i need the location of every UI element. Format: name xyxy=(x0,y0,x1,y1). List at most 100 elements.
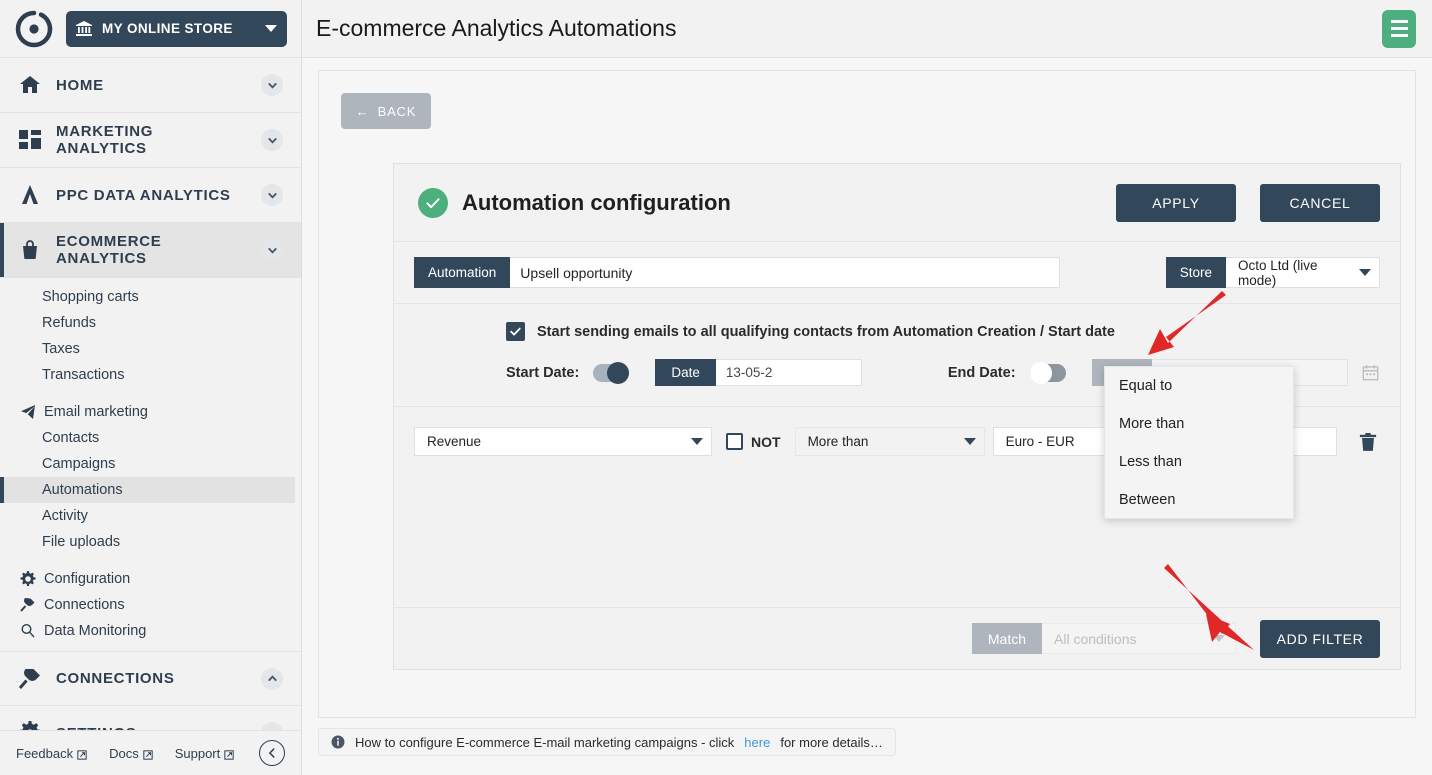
chevron-down-icon[interactable] xyxy=(261,74,283,96)
sidebar-item-label: Email marketing xyxy=(44,404,148,420)
sidebar-item-transactions[interactable]: Transactions xyxy=(0,362,301,388)
filter-condition-select[interactable]: More than xyxy=(794,427,985,456)
external-link-icon xyxy=(143,748,153,760)
automation-panel: ← BACK Automation configuration APPLY CA… xyxy=(318,70,1416,718)
sidebar-subnav-ecommerce: Shopping carts Refunds Taxes Transaction… xyxy=(0,278,301,644)
info-bar: How to configure E-commerce E-mail marke… xyxy=(318,728,1416,756)
end-date-toggle[interactable] xyxy=(1029,361,1066,384)
app-root: MY ONLINE STORE HOME MARKETING ANALYTICS xyxy=(0,0,1432,775)
sidebar-group-label: HOME xyxy=(56,76,104,94)
info-text-before: How to configure E-commerce E-mail marke… xyxy=(355,734,735,750)
start-sending-checkbox[interactable] xyxy=(506,322,525,341)
collapse-sidebar-button[interactable] xyxy=(259,740,285,766)
store-tag-label: Store xyxy=(1165,257,1226,288)
chevron-up-icon[interactable] xyxy=(261,667,283,690)
footer-link-support[interactable]: Support xyxy=(175,746,235,761)
send-icon xyxy=(20,404,36,420)
topbar: E-commerce Analytics Automations xyxy=(302,0,1432,58)
plug-icon xyxy=(20,597,36,613)
filter-field-value: Revenue xyxy=(427,434,482,449)
info-text-after: for more details… xyxy=(780,734,883,750)
start-date-toggle[interactable] xyxy=(593,361,630,384)
calendar-icon[interactable] xyxy=(1362,364,1379,381)
chevron-down-icon[interactable] xyxy=(261,184,283,206)
sidebar-item-data-monitoring[interactable]: Data Monitoring xyxy=(0,618,301,644)
info-link-here[interactable]: here xyxy=(744,735,770,750)
condition-dropdown-menu[interactable]: Equal to More than Less than Between xyxy=(1104,366,1294,519)
sidebar-group-marketing-analytics[interactable]: MARKETING ANALYTICS xyxy=(0,113,301,168)
sidebar-item-label: Automations xyxy=(42,482,123,498)
store-select[interactable]: Octo Ltd (live mode) xyxy=(1226,257,1380,288)
hamburger-icon-bar xyxy=(1390,34,1408,37)
sidebar-item-activity[interactable]: Activity xyxy=(0,503,301,529)
sidebar-item-configuration[interactable]: Configuration xyxy=(0,566,301,592)
home-icon xyxy=(18,73,42,97)
sidebar-footer: Feedback Docs Support xyxy=(0,730,301,775)
sidebar-item-shopping-carts[interactable]: Shopping carts xyxy=(0,284,301,310)
config-title: Automation configuration xyxy=(462,189,731,215)
start-date-tag: Date xyxy=(655,359,716,386)
external-link-icon xyxy=(224,748,234,760)
chevron-down-icon xyxy=(1359,269,1371,276)
dropdown-option-less-than[interactable]: Less than xyxy=(1105,443,1293,481)
back-arrow-icon: ← xyxy=(355,103,370,119)
sidebar-item-campaigns[interactable]: Campaigns xyxy=(0,451,301,477)
sidebar-item-taxes[interactable]: Taxes xyxy=(0,336,301,362)
shopping-bag-icon xyxy=(18,238,42,262)
chevron-down-icon xyxy=(265,25,277,32)
start-date-input[interactable]: 13-05-2 xyxy=(715,359,862,386)
filters-footer: Match All conditions ADD FILTER xyxy=(394,607,1400,669)
filter-field-select[interactable]: Revenue xyxy=(414,427,712,456)
sidebar: MY ONLINE STORE HOME MARKETING ANALYTICS xyxy=(0,0,302,775)
bank-icon xyxy=(76,20,92,37)
sidebar-item-file-uploads[interactable]: File uploads xyxy=(0,529,301,555)
app-logo-icon xyxy=(14,9,54,49)
sidebar-item-refunds[interactable]: Refunds xyxy=(0,310,301,336)
store-switcher-button[interactable]: MY ONLINE STORE xyxy=(66,10,287,47)
sidebar-group-label: ECOMMERCE ANALYTICS xyxy=(56,233,162,267)
sidebar-item-email-marketing[interactable]: Email marketing xyxy=(0,399,301,425)
sidebar-item-connections[interactable]: Connections xyxy=(0,592,301,618)
automation-name-input[interactable] xyxy=(510,257,1061,288)
hamburger-icon-bar xyxy=(1390,20,1408,23)
footer-link-feedback[interactable]: Feedback xyxy=(16,746,87,761)
store-select-group: Store Octo Ltd (live mode) xyxy=(1165,257,1380,288)
sidebar-item-label: Data Monitoring xyxy=(44,623,147,639)
match-conditions-select[interactable]: All conditions xyxy=(1042,623,1236,654)
hamburger-menu-button[interactable] xyxy=(1382,9,1416,48)
trash-icon[interactable] xyxy=(1359,432,1377,452)
footer-link-docs[interactable]: Docs xyxy=(109,746,153,761)
dropdown-option-between[interactable]: Between xyxy=(1105,481,1293,519)
add-filter-button[interactable]: ADD FILTER xyxy=(1260,619,1380,658)
hamburger-icon-bar xyxy=(1390,27,1408,30)
config-name-row: Automation Store Octo Ltd (live mode) xyxy=(394,242,1400,304)
start-date-label: Start Date: xyxy=(506,364,580,381)
main-area: E-commerce Analytics Automations ← BACK xyxy=(302,0,1432,775)
start-sending-checkbox-label: Start sending emails to all qualifying c… xyxy=(537,323,1115,340)
sidebar-item-label: File uploads xyxy=(42,534,121,550)
filter-not-checkbox[interactable] xyxy=(726,433,743,450)
sidebar-item-label: Contacts xyxy=(42,430,100,446)
apply-button[interactable]: APPLY xyxy=(1116,183,1236,222)
dropdown-option-equal-to[interactable]: Equal to xyxy=(1105,367,1293,405)
sidebar-group-ppc-data-analytics[interactable]: PPC DATA ANALYTICS xyxy=(0,168,301,223)
back-button[interactable]: ← BACK xyxy=(341,93,431,129)
sidebar-item-automations[interactable]: Automations xyxy=(0,477,295,503)
filter-condition-value: More than xyxy=(807,434,869,449)
sidebar-item-label: Activity xyxy=(42,508,88,524)
info-message: How to configure E-commerce E-mail marke… xyxy=(318,728,896,756)
sidebar-item-label: Campaigns xyxy=(42,456,116,472)
sidebar-group-connections[interactable]: CONNECTIONS xyxy=(0,651,301,706)
sidebar-item-label: Transactions xyxy=(42,367,125,383)
sidebar-item-label: Taxes xyxy=(42,341,80,357)
sidebar-group-home[interactable]: HOME xyxy=(0,58,301,113)
chevron-down-icon[interactable] xyxy=(261,129,283,151)
dropdown-option-more-than[interactable]: More than xyxy=(1105,405,1293,443)
sidebar-group-ecommerce-analytics[interactable]: ECOMMERCE ANALYTICS xyxy=(0,223,301,278)
filter-not-group: NOT xyxy=(726,433,781,450)
check-circle-icon xyxy=(418,187,448,218)
cancel-button[interactable]: CANCEL xyxy=(1260,183,1380,222)
filter-not-label: NOT xyxy=(751,433,781,450)
sidebar-item-contacts[interactable]: Contacts xyxy=(0,425,301,451)
chevron-up-icon[interactable] xyxy=(261,239,283,261)
